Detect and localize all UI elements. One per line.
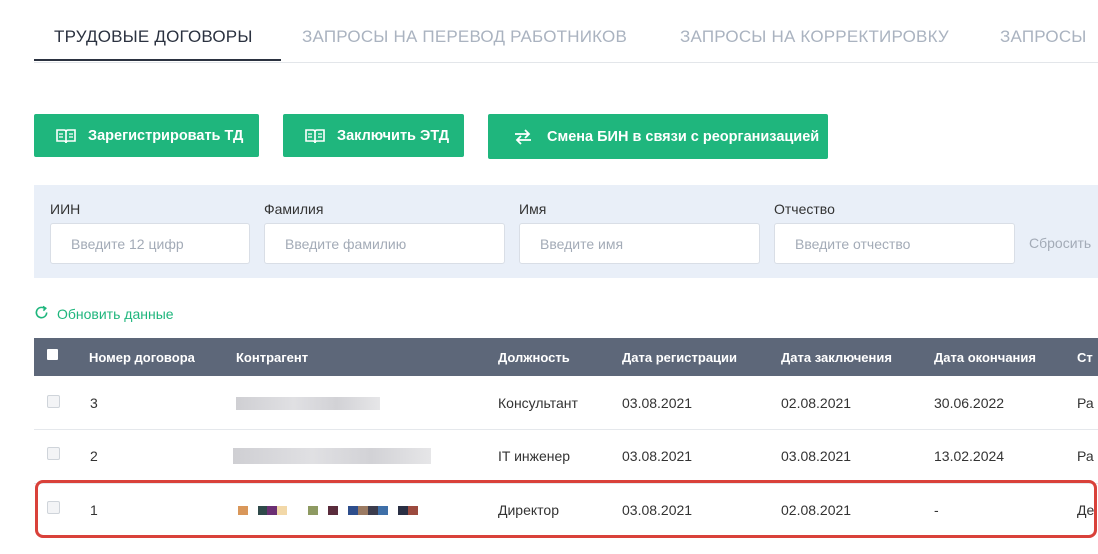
conclusion-date-cell: 02.08.2021	[781, 395, 852, 411]
active-tab-underline	[34, 59, 281, 61]
surname-input[interactable]	[264, 223, 505, 264]
counterparty-redacted	[233, 448, 431, 464]
table-row[interactable]: 3 Консультант 03.08.2021 02.08.2021 30.0…	[34, 376, 1098, 430]
tabs-bar: ТРУДОВЫЕ ДОГОВОРЫ ЗАПРОСЫ НА ПЕРЕВОД РАБ…	[34, 0, 1098, 63]
refresh-data-label: Обновить данные	[57, 306, 174, 322]
table-row[interactable]: 2 IT инженер 03.08.2021 03.08.2021 13.02…	[34, 430, 1098, 484]
status-cell: Ра	[1077, 395, 1094, 411]
contract-number: 2	[90, 448, 98, 464]
tab-requests[interactable]: ЗАПРОСЫ	[1000, 27, 1087, 47]
counterparty-redacted	[236, 397, 380, 410]
conclude-etd-label: Заключить ЭТД	[337, 127, 450, 144]
end-date-cell: 13.02.2024	[934, 448, 1005, 464]
tab-transfer-requests[interactable]: ЗАПРОСЫ НА ПЕРЕВОД РАБОТНИКОВ	[302, 27, 627, 47]
position-cell: Консультант	[498, 395, 578, 411]
status-cell: Ра	[1077, 448, 1094, 464]
refresh-data-link[interactable]: Обновить данные	[34, 305, 174, 323]
iin-input[interactable]	[50, 223, 250, 264]
change-bin-label: Смена БИН в связи с реорганизацией	[547, 128, 820, 145]
book-icon	[305, 128, 325, 144]
name-label: Имя	[519, 201, 547, 217]
end-date-cell: 30.06.2022	[934, 395, 1005, 411]
refresh-icon	[34, 305, 57, 323]
conclude-etd-button[interactable]: Заключить ЭТД	[283, 114, 464, 157]
column-registration-date[interactable]: Дата регистрации	[622, 350, 737, 365]
row-highlight-frame	[35, 480, 1097, 538]
column-counterparty[interactable]: Контрагент	[236, 350, 308, 365]
swap-arrows-icon	[513, 128, 533, 145]
tab-correction-requests[interactable]: ЗАПРОСЫ НА КОРРЕКТИРОВКУ	[680, 27, 949, 47]
register-contract-button[interactable]: Зарегистрировать ТД	[34, 114, 259, 157]
iin-label: ИИН	[50, 201, 81, 217]
book-icon	[56, 128, 76, 144]
registration-date-cell: 03.08.2021	[622, 395, 693, 411]
surname-label: Фамилия	[264, 201, 324, 217]
filter-panel: ИИН Фамилия Имя Отчество Сбросить	[34, 185, 1098, 278]
position-cell: IT инженер	[498, 448, 571, 464]
name-input[interactable]	[519, 223, 760, 264]
patronymic-label: Отчество	[774, 201, 835, 217]
conclusion-date-cell: 03.08.2021	[781, 448, 852, 464]
table-header: Номер договора Контрагент Должность Дата…	[34, 338, 1098, 376]
row-checkbox[interactable]	[47, 447, 60, 460]
change-bin-button[interactable]: Смена БИН в связи с реорганизацией	[488, 114, 828, 159]
column-end-date[interactable]: Дата окончания	[934, 350, 1036, 365]
reset-filters-button[interactable]: Сбросить	[1029, 235, 1091, 251]
column-position[interactable]: Должность	[498, 350, 570, 365]
registration-date-cell: 03.08.2021	[622, 448, 693, 464]
tab-labor-contracts[interactable]: ТРУДОВЫЕ ДОГОВОРЫ	[54, 27, 253, 47]
contract-number: 3	[90, 395, 98, 411]
select-all-checkbox[interactable]	[47, 349, 58, 360]
column-status[interactable]: Ст	[1077, 350, 1093, 365]
column-contract-number[interactable]: Номер договора	[89, 350, 195, 365]
column-conclusion-date[interactable]: Дата заключения	[781, 350, 892, 365]
row-checkbox[interactable]	[47, 395, 60, 408]
register-contract-label: Зарегистрировать ТД	[88, 127, 244, 144]
patronymic-input[interactable]	[774, 223, 1015, 264]
